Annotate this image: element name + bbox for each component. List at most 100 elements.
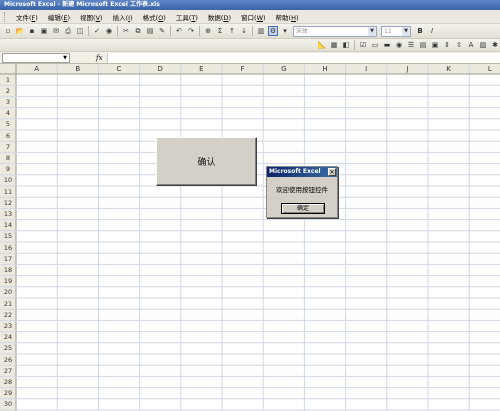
- open-icon[interactable]: 📂: [15, 26, 25, 36]
- listbox-control-icon[interactable]: ☰: [406, 40, 416, 50]
- row-header-25[interactable]: 25: [0, 344, 16, 352]
- font-name-select[interactable]: 宋体 ▼: [293, 25, 377, 37]
- column-header-L[interactable]: L: [469, 64, 500, 74]
- textbox-control-icon[interactable]: ▭: [370, 40, 380, 50]
- menu-item-3[interactable]: 插入(I): [108, 12, 138, 22]
- option-button-control-icon[interactable]: ◉: [394, 40, 404, 50]
- menu-item-1[interactable]: 编辑(E): [43, 12, 75, 22]
- design-mode-icon[interactable]: 📐: [317, 40, 327, 50]
- row-header-26[interactable]: 26: [0, 356, 16, 364]
- row-header-9[interactable]: 9: [0, 165, 16, 173]
- print-icon[interactable]: ⎙: [63, 26, 73, 36]
- row-header-6[interactable]: 6: [0, 132, 16, 140]
- more-controls-icon[interactable]: ✱: [490, 40, 500, 50]
- row-header-17[interactable]: 17: [0, 255, 16, 263]
- properties-icon[interactable]: ▦: [329, 40, 339, 50]
- hyperlink-icon[interactable]: ⊕: [203, 26, 213, 36]
- sort-descending-icon[interactable]: ↓: [239, 26, 249, 36]
- scrollbar-control-icon[interactable]: ⇳: [454, 40, 464, 50]
- row-header-20[interactable]: 20: [0, 288, 16, 296]
- column-header-G[interactable]: G: [263, 64, 304, 74]
- column-header-D[interactable]: D: [140, 64, 181, 74]
- italic-icon[interactable]: I: [427, 26, 437, 36]
- row-header-30[interactable]: 30: [0, 400, 16, 408]
- menu-item-4[interactable]: 格式(O): [138, 12, 171, 22]
- format-painter-icon[interactable]: ✎: [157, 26, 167, 36]
- row-header-1[interactable]: 1: [0, 76, 16, 84]
- image-control-icon[interactable]: ▨: [478, 40, 488, 50]
- email-icon[interactable]: ✉: [51, 26, 61, 36]
- menu-item-0[interactable]: 文件(F): [11, 12, 43, 22]
- command-button-control-icon[interactable]: ▬: [382, 40, 392, 50]
- column-header-H[interactable]: H: [304, 64, 345, 74]
- zoom-icon[interactable]: ▾: [280, 26, 290, 36]
- toggle-button-control-icon[interactable]: ▣: [430, 40, 440, 50]
- chevron-down-icon[interactable]: ▼: [402, 26, 410, 36]
- save-icon[interactable]: ▪: [27, 26, 37, 36]
- column-header-C[interactable]: C: [98, 64, 139, 74]
- column-header-F[interactable]: F: [222, 64, 263, 74]
- row-header-15[interactable]: 15: [0, 232, 16, 240]
- chevron-down-icon[interactable]: ▼: [63, 54, 67, 62]
- view-code-icon[interactable]: ◧: [341, 40, 351, 50]
- control-toolbox-icon[interactable]: ⚙: [268, 26, 278, 36]
- row-header-7[interactable]: 7: [0, 143, 16, 151]
- row-header-11[interactable]: 11: [0, 188, 16, 196]
- formula-input[interactable]: [106, 52, 500, 63]
- checkbox-control-icon[interactable]: ☑: [358, 40, 368, 50]
- chevron-down-icon[interactable]: ▼: [368, 26, 376, 36]
- combobox-control-icon[interactable]: ▤: [418, 40, 428, 50]
- row-header-3[interactable]: 3: [0, 98, 16, 106]
- row-header-27[interactable]: 27: [0, 367, 16, 375]
- menu-item-7[interactable]: 窗口(W): [236, 12, 271, 22]
- ok-button[interactable]: 确定: [281, 203, 325, 214]
- sort-ascending-icon[interactable]: ↑: [227, 26, 237, 36]
- row-header-12[interactable]: 12: [0, 199, 16, 207]
- research-icon[interactable]: ◉: [104, 26, 114, 36]
- menu-item-5[interactable]: 工具(T): [171, 12, 203, 22]
- menu-item-8[interactable]: 帮助(H): [271, 12, 304, 22]
- cut-icon[interactable]: ✂: [121, 26, 131, 36]
- row-header-5[interactable]: 5: [0, 120, 16, 128]
- spelling-icon[interactable]: ✓: [92, 26, 102, 36]
- confirm-command-button[interactable]: 确认: [156, 137, 257, 186]
- row-header-2[interactable]: 2: [0, 87, 16, 95]
- row-header-23[interactable]: 23: [0, 322, 16, 330]
- spin-button-control-icon[interactable]: ⇕: [442, 40, 452, 50]
- column-header-I[interactable]: I: [346, 64, 387, 74]
- worksheet-grid[interactable]: A B C D E F G H I J K L 1 2 3 4 5 6 7 8 9 10 11 12 13 14 15 16 17 18 1…: [0, 64, 500, 411]
- menu-item-6[interactable]: 数据(D): [203, 12, 236, 22]
- row-header-14[interactable]: 14: [0, 221, 16, 229]
- paste-icon[interactable]: ▤: [145, 26, 155, 36]
- row-header-8[interactable]: 8: [0, 154, 16, 162]
- menu-item-2[interactable]: 视图(V): [75, 12, 108, 22]
- copy-icon[interactable]: ⧉: [133, 26, 143, 36]
- print-preview-icon[interactable]: ◫: [75, 26, 85, 36]
- row-header-21[interactable]: 21: [0, 300, 16, 308]
- row-header-13[interactable]: 13: [0, 210, 16, 218]
- row-header-19[interactable]: 19: [0, 277, 16, 285]
- chart-wizard-icon[interactable]: ▥: [256, 26, 266, 36]
- row-header-16[interactable]: 16: [0, 244, 16, 252]
- menu-grip-icon[interactable]: [4, 11, 7, 22]
- column-header-K[interactable]: K: [428, 64, 469, 74]
- close-icon[interactable]: ✕: [328, 168, 336, 176]
- row-header-4[interactable]: 4: [0, 109, 16, 117]
- bold-icon[interactable]: B: [415, 26, 425, 36]
- row-header-24[interactable]: 24: [0, 333, 16, 341]
- insert-function-icon[interactable]: fx: [96, 54, 103, 62]
- column-header-E[interactable]: E: [181, 64, 222, 74]
- undo-icon[interactable]: ↶: [174, 26, 184, 36]
- font-size-select[interactable]: 12 ▼: [381, 25, 411, 37]
- row-header-28[interactable]: 28: [0, 378, 16, 386]
- redo-icon[interactable]: ↷: [186, 26, 196, 36]
- permission-icon[interactable]: ▣: [39, 26, 49, 36]
- name-box[interactable]: ▼: [2, 52, 70, 63]
- row-header-10[interactable]: 10: [0, 176, 16, 184]
- new-icon[interactable]: ▫: [3, 26, 13, 36]
- column-header-B[interactable]: B: [57, 64, 98, 74]
- label-control-icon[interactable]: A: [466, 40, 476, 50]
- column-header-A[interactable]: A: [16, 64, 57, 74]
- autosum-icon[interactable]: Σ: [215, 26, 225, 36]
- row-header-29[interactable]: 29: [0, 389, 16, 397]
